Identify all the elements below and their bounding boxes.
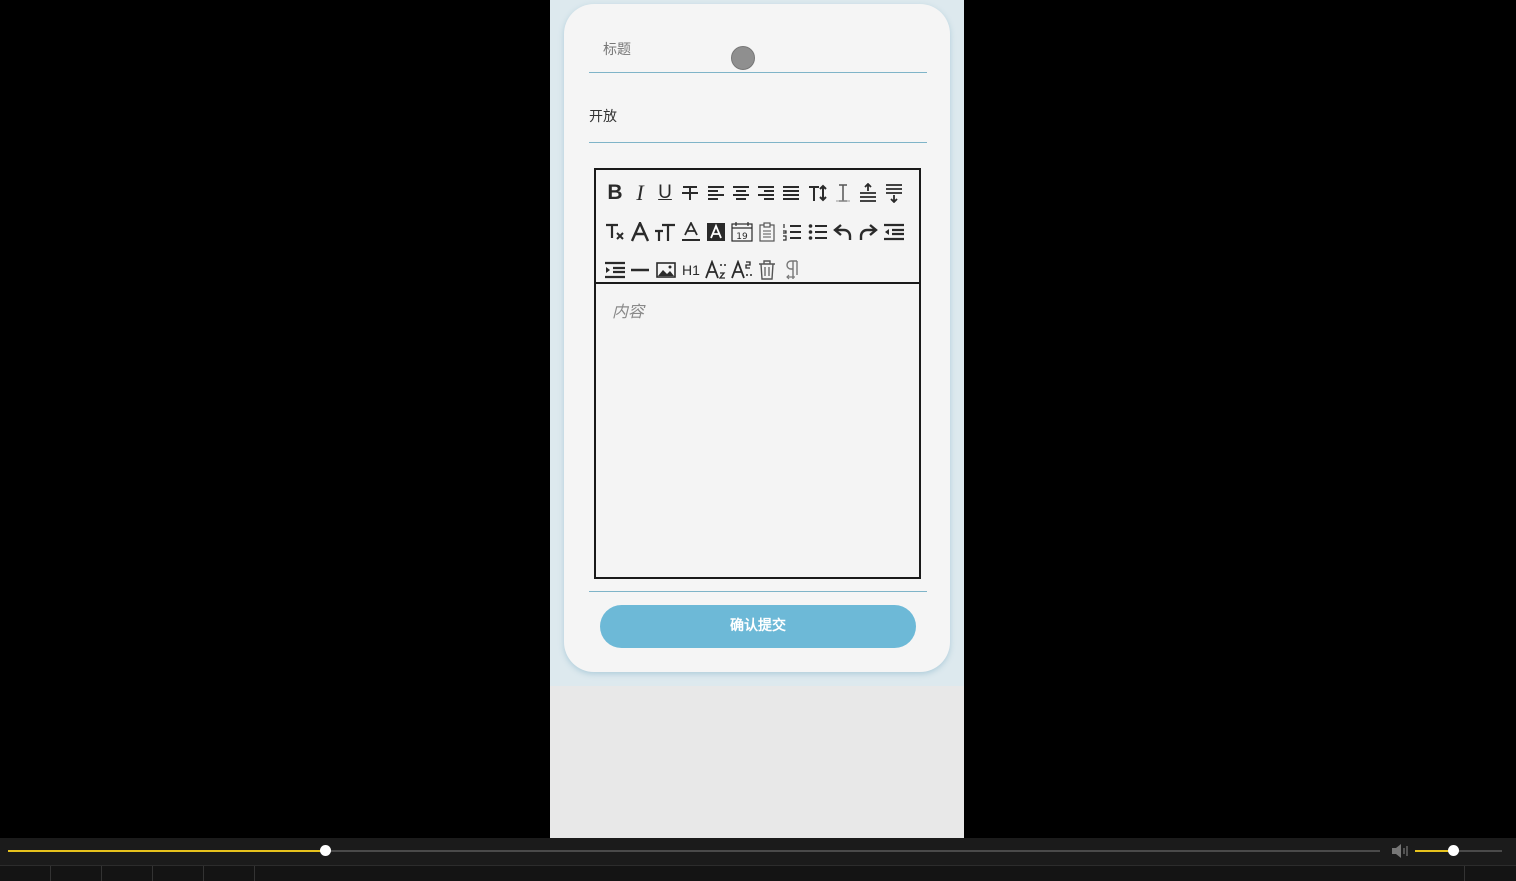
- image-icon: [656, 262, 676, 278]
- font-size-button[interactable]: [806, 180, 830, 206]
- underline-icon: U: [658, 182, 672, 203]
- align-center-icon: [733, 186, 749, 200]
- italic-icon: I: [636, 180, 644, 205]
- italic-button[interactable]: I: [628, 180, 652, 206]
- redo-icon: [859, 224, 878, 240]
- unordered-list-icon: [808, 224, 827, 240]
- phone-viewport: 开放 B I U: [550, 0, 964, 838]
- text-case-icon: [655, 223, 675, 241]
- volume-handle[interactable]: [1448, 845, 1460, 856]
- paragraph-spacing-bottom-button[interactable]: [882, 180, 906, 206]
- ordered-list-icon: [783, 224, 801, 241]
- seek-bar[interactable]: [8, 845, 1380, 856]
- subscript-icon: [705, 260, 726, 279]
- title-field[interactable]: [589, 32, 927, 73]
- calendar-icon: 19: [731, 222, 753, 242]
- clear-all-button[interactable]: [755, 257, 779, 283]
- align-right-icon: [758, 186, 774, 200]
- volume-slider[interactable]: [1415, 845, 1502, 856]
- insert-date-button[interactable]: 19: [730, 219, 754, 245]
- align-center-button[interactable]: [729, 180, 753, 206]
- paragraph-spacing-top-button[interactable]: [856, 180, 880, 206]
- text-color-button[interactable]: [679, 219, 703, 245]
- text-color-icon: [682, 222, 700, 241]
- heading-icon: H1: [682, 262, 700, 278]
- undo-icon: [833, 224, 852, 240]
- align-right-button[interactable]: [754, 180, 778, 206]
- visibility-value: 开放: [589, 109, 617, 125]
- player-control-3[interactable]: [102, 866, 153, 881]
- ordered-list-button[interactable]: [780, 219, 804, 245]
- strikethrough-button[interactable]: [678, 180, 702, 206]
- volume-button[interactable]: [1391, 843, 1409, 859]
- editor-toolbar: B I U 19 H1: [596, 170, 919, 284]
- content-placeholder: 内容: [612, 302, 645, 321]
- show-paragraph-marks-button[interactable]: [780, 257, 804, 283]
- editor-content-area[interactable]: 内容: [596, 284, 919, 577]
- horizontal-rule-icon: [631, 268, 649, 272]
- line-height-button[interactable]: [831, 180, 855, 206]
- align-left-button[interactable]: [704, 180, 728, 206]
- underline-button[interactable]: U: [653, 180, 677, 206]
- text-case-button[interactable]: [653, 219, 677, 245]
- submit-button[interactable]: 确认提交: [600, 605, 916, 648]
- heading-button[interactable]: H1: [679, 257, 703, 283]
- player-control-right[interactable]: [1464, 866, 1465, 881]
- align-justify-button[interactable]: [779, 180, 803, 206]
- unordered-list-button[interactable]: [806, 219, 830, 245]
- subscript-button[interactable]: [704, 257, 728, 283]
- player-button-row: [0, 865, 1516, 881]
- player-control-5[interactable]: [204, 866, 255, 881]
- touch-cursor-indicator: [731, 46, 755, 70]
- outdent-icon: [884, 223, 904, 241]
- rich-text-editor[interactable]: B I U 19 H1 内容: [594, 168, 921, 579]
- svg-text:19: 19: [736, 232, 748, 242]
- seek-handle[interactable]: [319, 845, 331, 856]
- superscript-icon: [731, 260, 752, 279]
- insert-image-button[interactable]: [654, 257, 678, 283]
- editor-divider: [589, 591, 927, 592]
- undo-button[interactable]: [831, 219, 855, 245]
- speaker-icon: [1392, 844, 1408, 858]
- font-name-icon: [630, 222, 650, 242]
- align-left-icon: [708, 186, 724, 200]
- spacing-bottom-icon: [886, 184, 902, 203]
- trash-icon: [759, 260, 775, 280]
- player-control-4[interactable]: [153, 866, 204, 881]
- bold-button[interactable]: B: [603, 180, 627, 206]
- visibility-field[interactable]: 开放: [589, 102, 927, 143]
- background-color-icon: [707, 223, 725, 241]
- spacing-top-icon: [860, 183, 876, 202]
- horizontal-rule-button[interactable]: [628, 257, 652, 283]
- font-size-icon: [809, 184, 827, 202]
- post-form-card: 开放 B I U: [564, 4, 950, 672]
- superscript-button[interactable]: [730, 257, 754, 283]
- strikethrough-icon: [682, 186, 698, 200]
- bold-icon: B: [607, 181, 623, 204]
- remove-format-icon: [606, 223, 624, 240]
- align-justify-icon: [783, 186, 799, 200]
- outdent-button[interactable]: [882, 219, 906, 245]
- video-player-controls: [0, 838, 1516, 881]
- player-control-2[interactable]: [51, 866, 102, 881]
- redo-button[interactable]: [856, 219, 880, 245]
- seek-progress: [8, 850, 325, 852]
- indent-button[interactable]: [603, 257, 627, 283]
- line-height-icon: [836, 184, 850, 202]
- clipboard-icon: [759, 222, 775, 242]
- font-name-button[interactable]: [628, 219, 652, 245]
- background-color-button[interactable]: [704, 219, 728, 245]
- remove-format-button[interactable]: [603, 219, 627, 245]
- indent-icon: [605, 261, 625, 279]
- paste-text-button[interactable]: [755, 219, 779, 245]
- player-control-1[interactable]: [0, 866, 51, 881]
- paragraph-mark-icon: [786, 260, 798, 280]
